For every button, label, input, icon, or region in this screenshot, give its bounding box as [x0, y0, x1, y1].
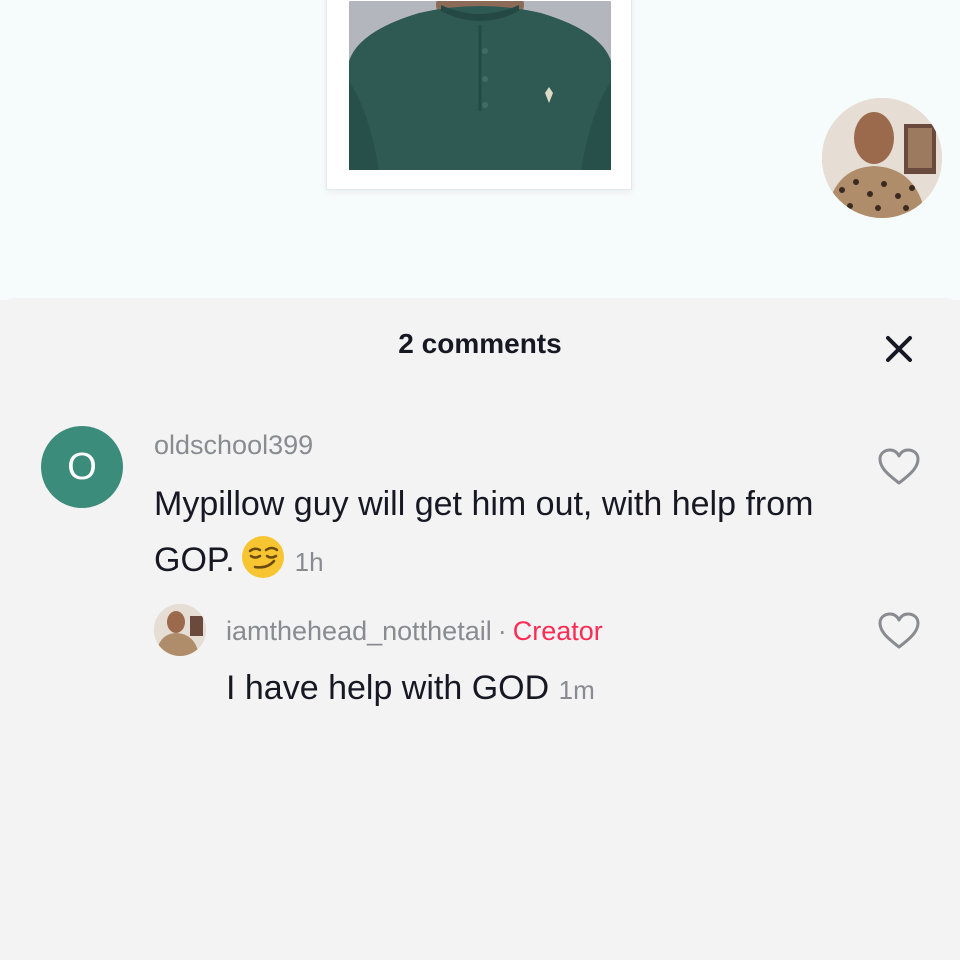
- reply-username[interactable]: iamthehead_notthetail: [226, 616, 492, 646]
- video-preview-area: [0, 0, 960, 300]
- reply-timestamp: 1m: [558, 675, 595, 705]
- comment-body: Mypillow guy will get him out, with help…: [154, 476, 834, 590]
- reply-avatar[interactable]: [154, 604, 206, 656]
- smirking-face-emoji-icon: [241, 536, 284, 578]
- creator-avatar[interactable]: [822, 98, 942, 218]
- comments-panel: 2 comments O oldschool399 Mypillow guy w…: [0, 298, 960, 960]
- comment-username[interactable]: oldschool399: [154, 430, 313, 461]
- heart-outline-icon[interactable]: [878, 448, 920, 486]
- reply-text: I have help with GOD: [226, 669, 550, 707]
- comment-timestamp: 1h: [294, 547, 324, 577]
- creator-avatar-image: [822, 98, 942, 218]
- comments-count-title: 2 comments: [398, 328, 562, 359]
- photo-image: [349, 1, 611, 170]
- reply-avatar-image: [154, 604, 206, 656]
- commenter-avatar[interactable]: O: [41, 426, 123, 508]
- framed-photo: [326, 0, 632, 190]
- creator-badge: Creator: [512, 616, 603, 646]
- reply-body: I have help with GOD 1m: [226, 660, 595, 718]
- heart-outline-icon[interactable]: [878, 612, 920, 650]
- close-icon[interactable]: [880, 330, 918, 368]
- photo-illustration: [349, 1, 611, 170]
- separator-dot: ·: [497, 616, 507, 646]
- reply-header: iamthehead_notthetail · Creator: [226, 616, 603, 647]
